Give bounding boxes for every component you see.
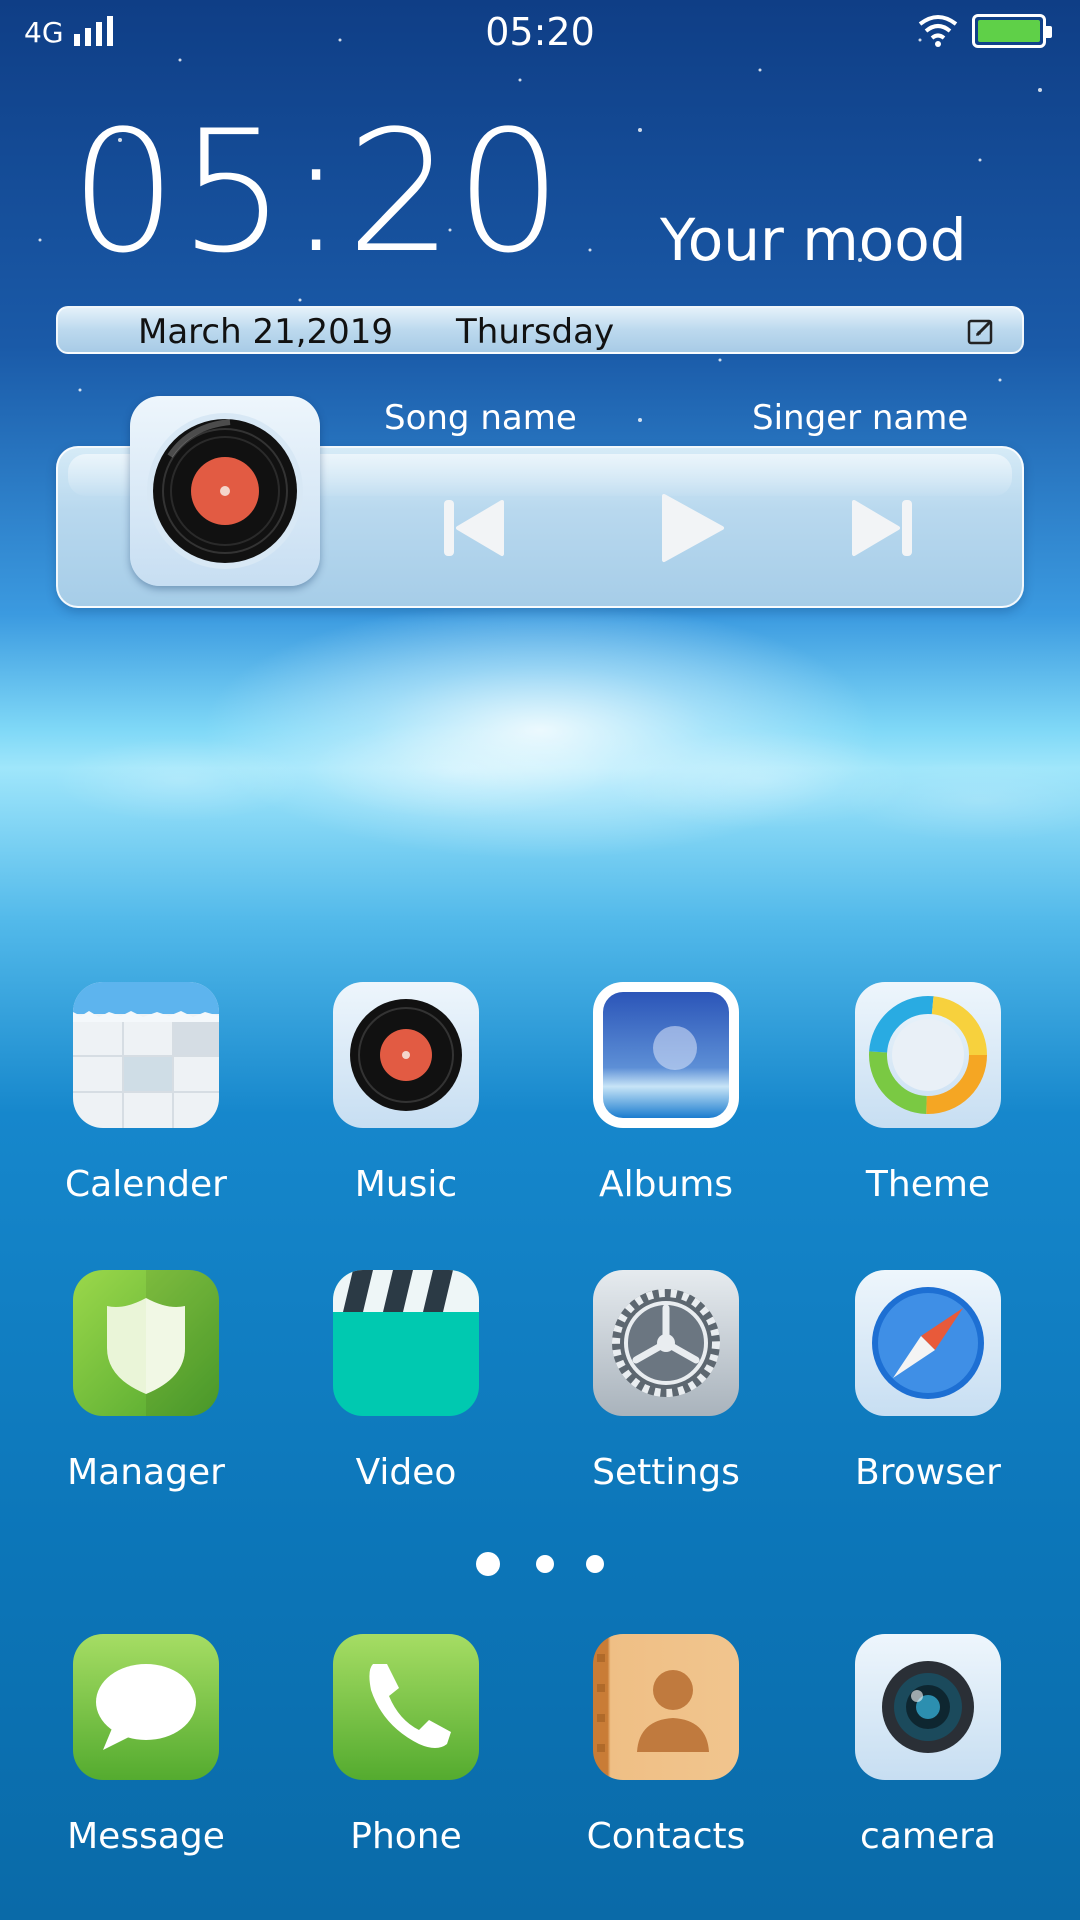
date-text: March 21,2019 xyxy=(138,312,394,352)
app-camera[interactable]: camera xyxy=(818,1634,1038,1857)
page-dot-active[interactable] xyxy=(476,1552,500,1576)
shield-icon xyxy=(73,1270,219,1416)
app-label: Contacts xyxy=(586,1816,746,1857)
app-label: Albums xyxy=(598,1164,734,1205)
battery-icon xyxy=(972,14,1052,48)
app-video[interactable]: Video xyxy=(296,1270,516,1493)
app-browser[interactable]: Browser xyxy=(818,1270,1038,1493)
compass-icon xyxy=(855,1270,1001,1416)
app-calendar[interactable]: Calender xyxy=(36,982,256,1205)
app-label: Message xyxy=(67,1816,225,1857)
clouds xyxy=(0,700,1080,900)
music-icon xyxy=(333,982,479,1128)
app-theme[interactable]: Theme xyxy=(818,982,1038,1205)
page-dot[interactable] xyxy=(586,1555,604,1573)
edit-icon[interactable] xyxy=(966,316,996,346)
app-message[interactable]: Message xyxy=(36,1634,256,1857)
gear-icon xyxy=(593,1270,739,1416)
next-track-button[interactable] xyxy=(848,496,916,560)
previous-track-button[interactable] xyxy=(440,496,508,560)
albums-icon xyxy=(593,982,739,1128)
app-label: Video xyxy=(355,1452,457,1493)
clock-time: 05:20 xyxy=(70,94,565,290)
contacts-book-icon xyxy=(593,1634,739,1780)
app-label: Music xyxy=(354,1164,458,1205)
date-bar[interactable]: March 21,2019 Thursday xyxy=(56,306,1024,354)
app-contacts[interactable]: Contacts xyxy=(556,1634,776,1857)
app-music[interactable]: Music xyxy=(296,982,516,1205)
clapperboard-icon xyxy=(333,1270,479,1416)
weekday-text: Thursday xyxy=(456,312,615,352)
page-dot[interactable] xyxy=(536,1555,554,1573)
app-manager[interactable]: Manager xyxy=(36,1270,256,1493)
battery-level xyxy=(978,20,1040,42)
status-bar: 4G 05:20 xyxy=(0,0,1080,66)
app-settings[interactable]: Settings xyxy=(556,1270,776,1493)
home-screen: 4G 05:20 05:20 Your mood March 21,2019 T… xyxy=(0,0,1080,1920)
app-phone[interactable]: Phone xyxy=(296,1634,516,1857)
camera-lens-icon xyxy=(855,1634,1001,1780)
chat-bubble-icon xyxy=(73,1634,219,1780)
app-label: Browser xyxy=(855,1452,1001,1493)
app-label: Settings xyxy=(592,1452,740,1493)
phone-icon xyxy=(333,1634,479,1780)
app-label: Manager xyxy=(67,1452,225,1493)
app-label: Theme xyxy=(865,1164,991,1205)
theme-icon xyxy=(855,982,1001,1128)
wifi-icon xyxy=(918,15,958,47)
app-label: Phone xyxy=(350,1816,462,1857)
app-albums[interactable]: Albums xyxy=(556,982,776,1205)
app-label: camera xyxy=(860,1816,996,1857)
play-button[interactable] xyxy=(658,492,726,564)
calendar-icon xyxy=(73,982,219,1128)
vinyl-record-icon[interactable] xyxy=(130,396,320,586)
singer-name: Singer name xyxy=(752,398,969,438)
mood-label[interactable]: Your mood xyxy=(660,206,967,274)
song-name: Song name xyxy=(384,398,577,438)
app-label: Calender xyxy=(65,1164,227,1205)
